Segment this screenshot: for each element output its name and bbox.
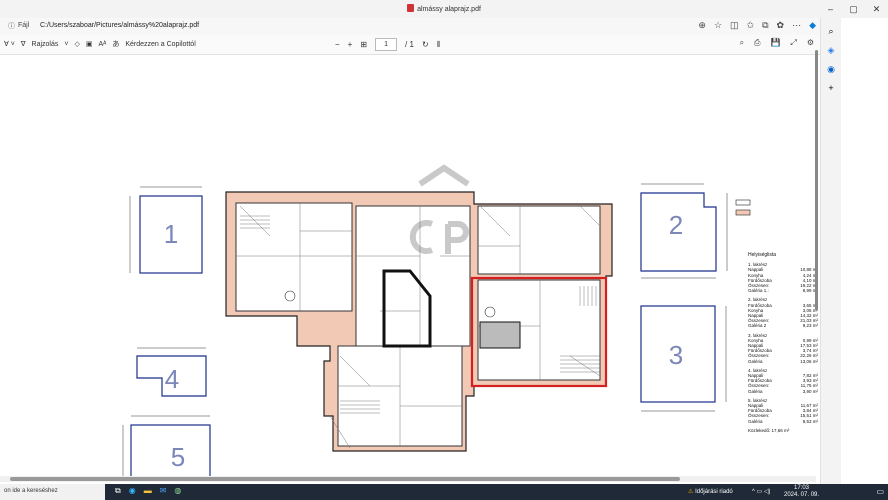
favorite-star-icon[interactable]: ☆	[714, 20, 722, 31]
room-name: Galéria	[748, 358, 763, 364]
sidebar-outlook-icon[interactable]: ◉	[821, 64, 841, 75]
right-pane	[841, 18, 888, 484]
room-schedule: Helyiséglista 1. lakrész Nappali 10,88 m² K…	[748, 252, 818, 433]
sidebar-copilot-icon[interactable]: ◈	[821, 45, 841, 56]
room-row: Galéria 9,53 m²	[748, 419, 818, 424]
room-name: Galéria	[748, 418, 763, 424]
unit-number-2: 2	[669, 210, 683, 240]
address-bar[interactable]: ⓘ Fájl C:/Users/szaboar/Pictures/almássy…	[0, 18, 820, 35]
zoom-icon[interactable]: ⊕	[698, 20, 706, 31]
page-view-icon[interactable]: ⫴	[437, 40, 440, 50]
file-label: Fájl	[18, 22, 30, 29]
warning-icon: ⚠	[688, 489, 694, 495]
draw-dropdown-icon[interactable]: ˅	[64, 41, 68, 48]
taskbar: on ide a kereséshez ⧉ ◉ ▬ ✉ ◍ ⚠ Időjárás…	[0, 484, 888, 500]
room-schedule-title: Helyiséglista	[748, 252, 777, 258]
room-name: Galéria	[748, 388, 763, 394]
maximize-button[interactable]: ▢	[842, 0, 865, 18]
text-box-icon[interactable]: ▣	[86, 40, 93, 48]
copilot-prompt[interactable]: Kérdezzen a Copilottól	[125, 41, 195, 48]
info-icon[interactable]: ⓘ	[8, 21, 15, 31]
title-bar: almássy alaprajz.pdf – ▢ ✕	[0, 0, 888, 18]
weather-widget[interactable]: ⚠ Időjárási riadó	[688, 488, 733, 495]
translate-icon[interactable]: あ	[112, 39, 119, 49]
room-group: 1. lakrész Nappali 10,88 m² Konyha 4,24 m² Fü…	[748, 262, 818, 293]
print-icon[interactable]: ⎙	[754, 38, 760, 48]
app-icon[interactable]: ◍	[174, 486, 181, 496]
clock-date: 2024. 07. 09.	[784, 492, 820, 498]
minimize-button[interactable]: –	[819, 0, 842, 18]
window-title: almássy alaprajz.pdf	[0, 4, 888, 13]
eraser-icon[interactable]: ◇	[74, 40, 79, 48]
room-row: Galéria 1.: 8,99 m²	[748, 288, 818, 293]
legend-swatch-existing	[735, 199, 751, 206]
file-explorer-icon[interactable]: ▬	[144, 486, 152, 496]
unit-number-4: 4	[165, 364, 179, 394]
room-group: 2. lakrész Fürdőszoba 3,65 m² Konyha 3,06 m²…	[748, 297, 818, 328]
task-view-icon[interactable]: ⧉	[115, 486, 121, 496]
rotate-icon[interactable]: ↻	[422, 40, 429, 49]
h-scroll-thumb[interactable]	[10, 477, 680, 481]
page-number-input[interactable]: 1	[375, 38, 398, 51]
edge-sidebar: ⌕ ◈ ◉ +	[820, 18, 841, 484]
unit-number-3: 3	[669, 340, 683, 370]
room-row: Galéria 3,90 m²	[748, 389, 818, 394]
split-screen-icon[interactable]: ◫	[730, 20, 739, 31]
page-total: / 1	[405, 40, 414, 49]
weather-text: Időjárási riadó	[695, 489, 733, 495]
draw-label[interactable]: Rajzolás	[32, 41, 59, 48]
read-aloud-icon[interactable]: Aᴬ	[98, 41, 106, 48]
room-row: Galéria 13,06 m²	[748, 359, 818, 364]
copilot-icon[interactable]: ◆	[809, 20, 816, 31]
fullscreen-icon[interactable]: ⤢	[790, 38, 796, 48]
draw-icon[interactable]: ∇	[21, 40, 26, 48]
pdf-toolbar: ∀ ˅ ∇ Rajzolás ˅ ◇ ▣ Aᴬ あ Kérdezzen a Co…	[0, 35, 820, 55]
system-tray-icons[interactable]: ^ ▭ ◁)	[752, 488, 770, 495]
zoom-in-button[interactable]: +	[348, 40, 353, 49]
building-plan	[225, 191, 613, 452]
save-icon[interactable]: 💾	[770, 38, 780, 48]
fit-page-icon[interactable]: ⊞	[360, 40, 367, 49]
horizontal-scrollbar[interactable]	[0, 476, 816, 482]
sidebar-add-icon[interactable]: +	[821, 83, 841, 93]
settings-icon[interactable]: ⚙	[807, 38, 814, 48]
taskbar-search[interactable]: on ide a kereséshez	[0, 484, 105, 500]
clock-time: 17:03	[794, 485, 810, 491]
clock[interactable]: 17:03 2024. 07. 09.	[784, 485, 819, 499]
room-group: 4. lakrész Nappali 7,82 m² Fürdőszoba 3,93 m…	[748, 368, 818, 394]
mail-icon[interactable]: ✉	[160, 486, 167, 496]
pdf-document[interactable]: 1 2 3 4 5	[0, 56, 816, 476]
close-button[interactable]: ✕	[865, 0, 888, 18]
url-text[interactable]: C:/Users/szaboar/Pictures/almássy%20alap…	[40, 22, 199, 29]
sidebar-search-icon[interactable]: ⌕	[821, 26, 841, 37]
room-group: 3. lakrész Konyha 0,99 m² Nappali 17,53 m² Fü…	[748, 333, 818, 364]
floor-plan: 1 2 3 4 5	[122, 164, 751, 476]
scroll-thumb[interactable]	[815, 50, 818, 310]
room-schedule-footer: Közlekedő: 17,66 m²	[748, 427, 790, 433]
unit-number-1: 1	[164, 219, 178, 249]
notification-icon[interactable]: ▭	[876, 487, 884, 496]
pdf-icon	[407, 4, 415, 12]
legend-swatch-new	[735, 209, 751, 216]
more-icon[interactable]: ⋯	[792, 20, 801, 31]
highlight-icon[interactable]: ∀ ˅	[4, 40, 15, 48]
room-row: Galéria 2 9,23 m²	[748, 323, 818, 328]
zoom-out-button[interactable]: −	[335, 40, 340, 49]
edge-icon[interactable]: ◉	[129, 486, 136, 496]
room-group: 5. lakrész Nappali 11,67 m² Fürdőszoba 3,84 …	[748, 398, 818, 424]
extensions-icon[interactable]: ✿	[777, 20, 785, 31]
collections-icon[interactable]: ⧉	[762, 20, 768, 31]
room-name: Galéria 2	[748, 323, 767, 329]
window-title-text: almássy alaprajz.pdf	[417, 6, 481, 13]
vertical-scrollbar[interactable]	[814, 40, 819, 480]
unit-number-5: 5	[171, 442, 185, 472]
favorites-icon[interactable]: ✩	[747, 20, 755, 31]
room-name: Galéria 1.:	[748, 288, 769, 294]
search-icon[interactable]: ⌕	[740, 38, 744, 48]
